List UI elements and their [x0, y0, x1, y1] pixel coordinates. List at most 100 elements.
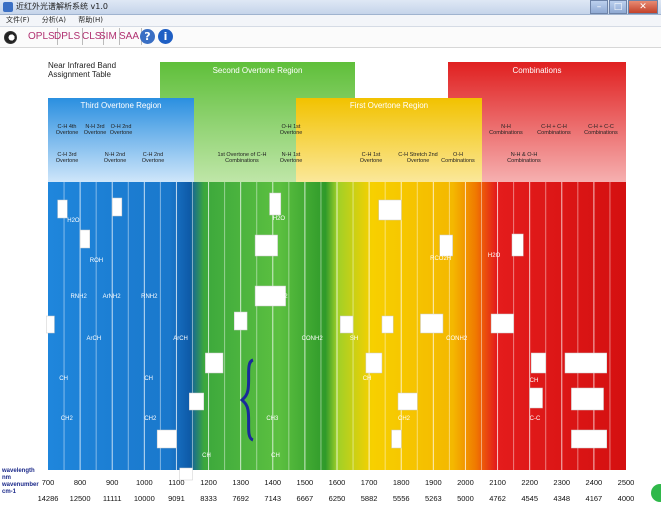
band-label: H2O [67, 218, 80, 224]
band-range-box [391, 429, 402, 449]
hdr-oh-1st: O-H 1st Overtone [279, 124, 303, 136]
band-label: CONH2 [301, 336, 323, 342]
region-first-overtone: First Overtone Region [349, 101, 429, 110]
band-label: CH [144, 376, 153, 382]
band-range-box [439, 234, 453, 257]
band-label: CH [59, 376, 68, 382]
wavenumber-tick: 4348 [553, 494, 571, 503]
band-range-box [189, 392, 204, 411]
wavelength-tick: 1200 [200, 478, 217, 487]
wavelength-tick: 1400 [264, 478, 282, 487]
band-label: CONH2 [446, 336, 468, 342]
band-label: H2O [487, 253, 501, 259]
minimize-button[interactable]: – [590, 0, 608, 14]
wavelength-tick: 2400 [585, 478, 603, 487]
band-assignment-chart: Near Infrared Band Assignment Table Thir… [0, 48, 661, 508]
menu-file[interactable]: 文件(F) [6, 16, 30, 24]
first-overtone-header [296, 98, 482, 182]
band-range-box [79, 229, 90, 249]
band-label: C-C [529, 416, 541, 422]
wavenumber-tick: 4167 [585, 494, 603, 503]
hdr-ch-2nd: C-H 2nd Overtone [141, 152, 165, 164]
open-icon[interactable] [4, 31, 17, 44]
band-range-box [381, 315, 394, 334]
wavelength-tick: 2000 [457, 478, 474, 487]
band-label: CH2 [144, 416, 157, 422]
wavenumber-tick: 5000 [457, 494, 474, 503]
toolbar: OPLS DPLS CLS SIM SAA ? i [0, 27, 661, 48]
band-range-box [233, 311, 248, 331]
wavenumber-tick: 8333 [200, 494, 217, 503]
menu-help[interactable]: 帮助(H) [78, 16, 103, 24]
band-label: CH2 [60, 416, 73, 422]
band-label: ArCH [173, 336, 188, 342]
wavelength-tick: 2200 [521, 478, 538, 487]
hdr-ch-1st: C-H 1st Overtone [359, 152, 383, 164]
wavelength-tick: 1800 [392, 478, 410, 487]
band-range-box [490, 313, 514, 334]
wavenumber-tick: 14286 [37, 494, 59, 503]
wavenumber-tick: 6667 [296, 494, 314, 503]
wavenumber-tick: 12500 [69, 494, 91, 503]
dpls-button[interactable]: DPLS [52, 28, 84, 45]
region-third-overtone: Third Overtone Region [80, 101, 162, 110]
band-range-box [254, 234, 278, 257]
band-range-box [571, 387, 604, 411]
wavenumber-tick: 5556 [392, 494, 410, 503]
band-label: CH [529, 378, 539, 384]
help-icon[interactable]: ? [140, 29, 155, 44]
band-label: CH [271, 453, 280, 459]
band-label: CH [362, 376, 372, 382]
band-label: H2O [272, 216, 286, 222]
hdr-oh-comb: O-H Combinations [441, 152, 475, 164]
chart-canvas [46, 62, 626, 481]
maximize-button[interactable]: □ [609, 0, 627, 14]
hdr-ch-stretch: C-H Stretch 2nd Overtone [398, 152, 438, 164]
wavenumber-tick: 4545 [521, 494, 538, 503]
saa-button[interactable]: SAA [117, 28, 143, 45]
info-icon[interactable]: i [158, 29, 173, 44]
band-label: ArCH [86, 336, 102, 342]
band-range-box [378, 199, 402, 221]
band-label: CH2 [398, 416, 411, 422]
hdr-1st-ch-comb: 1st Overtone of C-H Combinations [217, 152, 267, 164]
wavelength-tick: 1900 [424, 478, 442, 487]
band-range-box [397, 392, 418, 411]
band-range-box [564, 352, 607, 374]
hdr-nhoh-comb: N-H & O-H Combinations [507, 152, 541, 164]
window-title: 近红外光谱解析系统 v1.0 [16, 2, 108, 11]
menu-analyze[interactable]: 分析(A) [42, 16, 66, 24]
wavelength-tick: 2500 [617, 478, 635, 487]
band-range-box [365, 352, 383, 374]
wavelength-tick: 900 [105, 478, 119, 487]
wavenumber-tick: 11111 [102, 494, 122, 503]
band-label: CH3 [266, 416, 279, 422]
hdr-ch-4th: C-H 4th Overtone [55, 124, 79, 136]
band-range-box [205, 352, 224, 374]
hdr-chch-comb: C-H + C-H Combinations [537, 124, 571, 136]
band-label: RNH2 [70, 294, 87, 300]
hdr-ch-3rd: C-H 3rd Overtone [55, 152, 79, 164]
hdr-chcc-comb: C-H + C-C Combinations [584, 124, 618, 136]
wavenumber-tick: 7143 [264, 494, 282, 503]
wavelength-tick: 1000 [135, 478, 153, 487]
band-label: SH [349, 336, 359, 342]
wavelength-tick: 700 [41, 478, 55, 487]
wavenumber-tick: 5882 [360, 494, 378, 503]
band-label: CH [202, 453, 211, 459]
band-range-box [571, 429, 607, 449]
hdr-nh-2nd: N-H 2nd Overtone [103, 152, 127, 164]
wavenumber-tick: 4000 [617, 494, 635, 503]
band-range-box [57, 199, 68, 219]
band-range-box [529, 387, 543, 409]
band-range-box [269, 192, 282, 216]
hdr-oh-2nd: O-H 2nd Overtone [109, 124, 133, 136]
wavelength-tick: 1100 [168, 478, 185, 487]
band-label: RNH2 [141, 294, 158, 300]
band-range-box [156, 429, 177, 449]
close-button[interactable]: ✕ [628, 0, 658, 14]
wavenumber-tick: 5263 [424, 494, 442, 503]
wavelength-tick: 1500 [296, 478, 314, 487]
hdr-nh-comb: N-H Combinations [489, 124, 523, 136]
hdr-nh-1st: N-H 1st Overtone [279, 152, 303, 164]
